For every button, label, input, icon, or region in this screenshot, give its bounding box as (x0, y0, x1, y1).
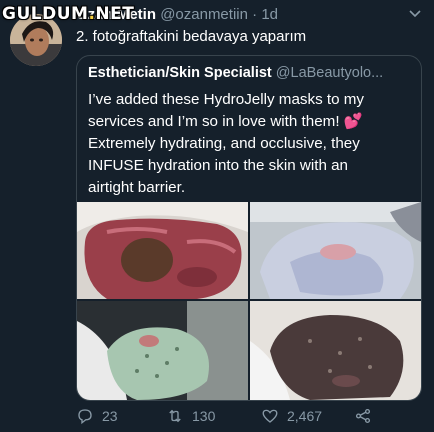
header-separator: · (252, 6, 258, 23)
retweet-button[interactable]: 130 (166, 407, 215, 425)
two-hearts-icon: 💕 (343, 113, 363, 130)
quote-author-handle: @LaBeautyolo... (275, 65, 384, 81)
retweet-count: 130 (192, 408, 216, 424)
quote-text-line: INFUSE hydration into the skin with an (88, 157, 348, 174)
quote-text-line-part: services and I’m so in love with them! (88, 113, 340, 130)
quote-author-name: Esthetician/Skin Specialist (88, 65, 272, 81)
chevron-down-icon[interactable] (408, 6, 422, 23)
like-button[interactable]: 2,467 (261, 407, 322, 425)
reply-button[interactable]: 23 (76, 407, 118, 425)
quote-header: Esthetician/Skin Specialist @LaBeautyolo… (88, 65, 413, 81)
reply-icon (78, 409, 92, 425)
photo-3[interactable] (77, 301, 248, 400)
share-button[interactable] (354, 407, 372, 425)
photo-2[interactable] (250, 202, 421, 299)
quote-text-line: airtight barrier. (88, 179, 186, 196)
heart-icon (262, 409, 278, 423)
like-count: 2,467 (287, 408, 323, 424)
photo-grid (77, 202, 421, 400)
author-handle[interactable]: @ozanmetiin (160, 6, 248, 23)
watermark-logo: GULDUM.NET (2, 4, 134, 24)
quoted-tweet-card[interactable]: Esthetician/Skin Specialist @LaBeautyolo… (76, 55, 422, 401)
watermark-text-left: GULDUM (2, 4, 89, 24)
tweet-timestamp[interactable]: 1d (261, 6, 278, 23)
quote-text: I’ve added these HydroJelly masks to my … (88, 89, 414, 199)
reply-count: 23 (102, 408, 118, 424)
quote-text-line: Extremely hydrating, and occlusive, they (88, 135, 360, 152)
photo-4[interactable] (250, 301, 421, 400)
quote-text-line: I’ve added these HydroJelly masks to my (88, 91, 365, 108)
retweet-icon (169, 409, 181, 423)
watermark-text-right: NET (95, 4, 135, 24)
share-icon (355, 408, 371, 424)
quote-text-line: services and I’m so in love with them! 💕 (88, 111, 414, 133)
tweet-actions: 23 130 2,467 (76, 407, 424, 427)
photo-1[interactable] (77, 202, 248, 299)
tweet-text: 2. fotoğraftakini bedavaya yaparım (76, 28, 307, 45)
